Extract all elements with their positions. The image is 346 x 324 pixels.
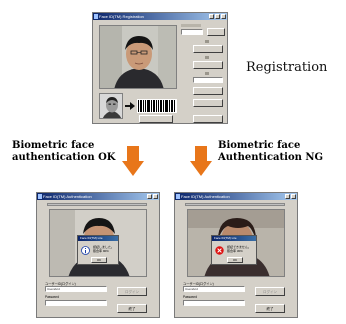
auth-ok-dialog-message-2: 照合率 90% — [93, 249, 109, 253]
app-icon — [38, 194, 42, 199]
reg-button-5[interactable] — [193, 99, 223, 107]
auth-ok-caption: Biometric face authentication OK — [12, 140, 116, 164]
registration-titlebar: Face ID(TM) Registration — [93, 13, 227, 20]
auth-ok-password-label: Password — [45, 295, 59, 299]
auth-ok-caption-line1: Biometric face — [12, 140, 95, 151]
auth-ng-password-label: Password — [183, 295, 197, 299]
auth-ok-password-field[interactable] — [45, 300, 107, 306]
auth-ok-close-button[interactable]: 終了 — [117, 304, 147, 313]
auth-ng-dialog-message-2: 照合率 30% — [227, 249, 243, 253]
auth-ng-dialog: Face ID(TM) Lite 認証できません。 照合率 30% OK — [211, 235, 257, 265]
auth-ng-login-button[interactable]: ログイン — [255, 287, 285, 296]
auth-ok-login-button[interactable]: ログイン — [117, 287, 147, 296]
auth-ok-down-arrow-icon — [122, 146, 144, 176]
error-icon — [215, 246, 224, 255]
auth-ng-dialog-ok-button[interactable]: OK — [227, 257, 243, 263]
minimize-button[interactable] — [209, 14, 214, 19]
reg-label-3 — [205, 56, 209, 59]
info-icon — [81, 246, 90, 255]
convert-arrow-icon — [125, 102, 135, 110]
minimize-button[interactable] — [285, 194, 290, 199]
auth-ng-window-title: Face ID(TM) Authentication — [181, 194, 230, 199]
reg-bottom-button-2[interactable] — [193, 115, 223, 123]
registration-window: Face ID(TM) Registration — [92, 12, 228, 124]
reg-label-2 — [205, 40, 209, 43]
auth-ok-caption-line2: authentication OK — [12, 152, 116, 163]
auth-ok-titlebar: Face ID(TM) Authentication — [37, 193, 159, 200]
maximize-button[interactable] — [215, 14, 220, 19]
auth-ok-dialog: Face ID(TM) Lite 認証しました。 照合率 90% OK — [77, 235, 119, 265]
reg-button-1[interactable] — [207, 28, 225, 36]
reg-input-field[interactable] — [193, 77, 223, 83]
auth-ok-window-title: Face ID(TM) Authentication — [43, 194, 92, 199]
auth-ng-close-button[interactable]: 終了 — [255, 304, 285, 313]
minimize-button[interactable] — [147, 194, 152, 199]
app-icon — [94, 14, 98, 19]
auth-ok-window: Face ID(TM) Authentication Face ID(TM) L… — [36, 192, 160, 318]
auth-ng-progress-bar — [185, 203, 285, 206]
auth-ok-dialog-ok-button[interactable]: OK — [91, 257, 107, 263]
auth-ng-titlebar: Face ID(TM) Authentication — [175, 193, 297, 200]
reg-label-4 — [205, 72, 209, 75]
registration-caption: Registration — [246, 60, 328, 75]
auth-ng-down-arrow-icon — [190, 146, 212, 176]
close-button[interactable] — [153, 194, 158, 199]
registration-camera-view — [99, 25, 177, 89]
app-icon — [176, 194, 180, 199]
face-thumbnail-image — [100, 94, 122, 118]
captured-face-thumbnail — [99, 93, 123, 119]
reg-bottom-button-1[interactable] — [139, 115, 173, 123]
auth-ng-caption: Biometric face Authentication NG — [218, 140, 323, 164]
reg-button-3[interactable] — [193, 61, 223, 69]
barcode-template-icon — [137, 99, 177, 113]
close-button[interactable] — [221, 14, 226, 19]
auth-ng-user-field[interactable]: Userabcd — [183, 286, 245, 292]
auth-ok-dialog-title: Face ID(TM) Lite — [78, 236, 118, 241]
reg-button-4[interactable] — [193, 87, 223, 95]
auth-ng-caption-line2: Authentication NG — [218, 152, 324, 163]
reg-user-field[interactable] — [181, 29, 203, 35]
auth-ok-user-field[interactable]: Userabcd — [45, 286, 107, 292]
reg-button-2[interactable] — [193, 45, 223, 53]
registration-camera-image — [100, 26, 176, 88]
reg-label-1 — [181, 24, 201, 27]
auth-ng-caption-line1: Biometric face — [218, 140, 301, 151]
auth-ng-password-field[interactable] — [183, 300, 245, 306]
auth-ng-dialog-title: Face ID(TM) Lite — [212, 236, 256, 241]
auth-ng-window: Face ID(TM) Authentication Face ID(TM) L… — [174, 192, 298, 318]
close-button[interactable] — [291, 194, 296, 199]
registration-window-title: Face ID(TM) Registration — [99, 14, 144, 19]
auth-ok-progress-bar — [47, 203, 147, 206]
